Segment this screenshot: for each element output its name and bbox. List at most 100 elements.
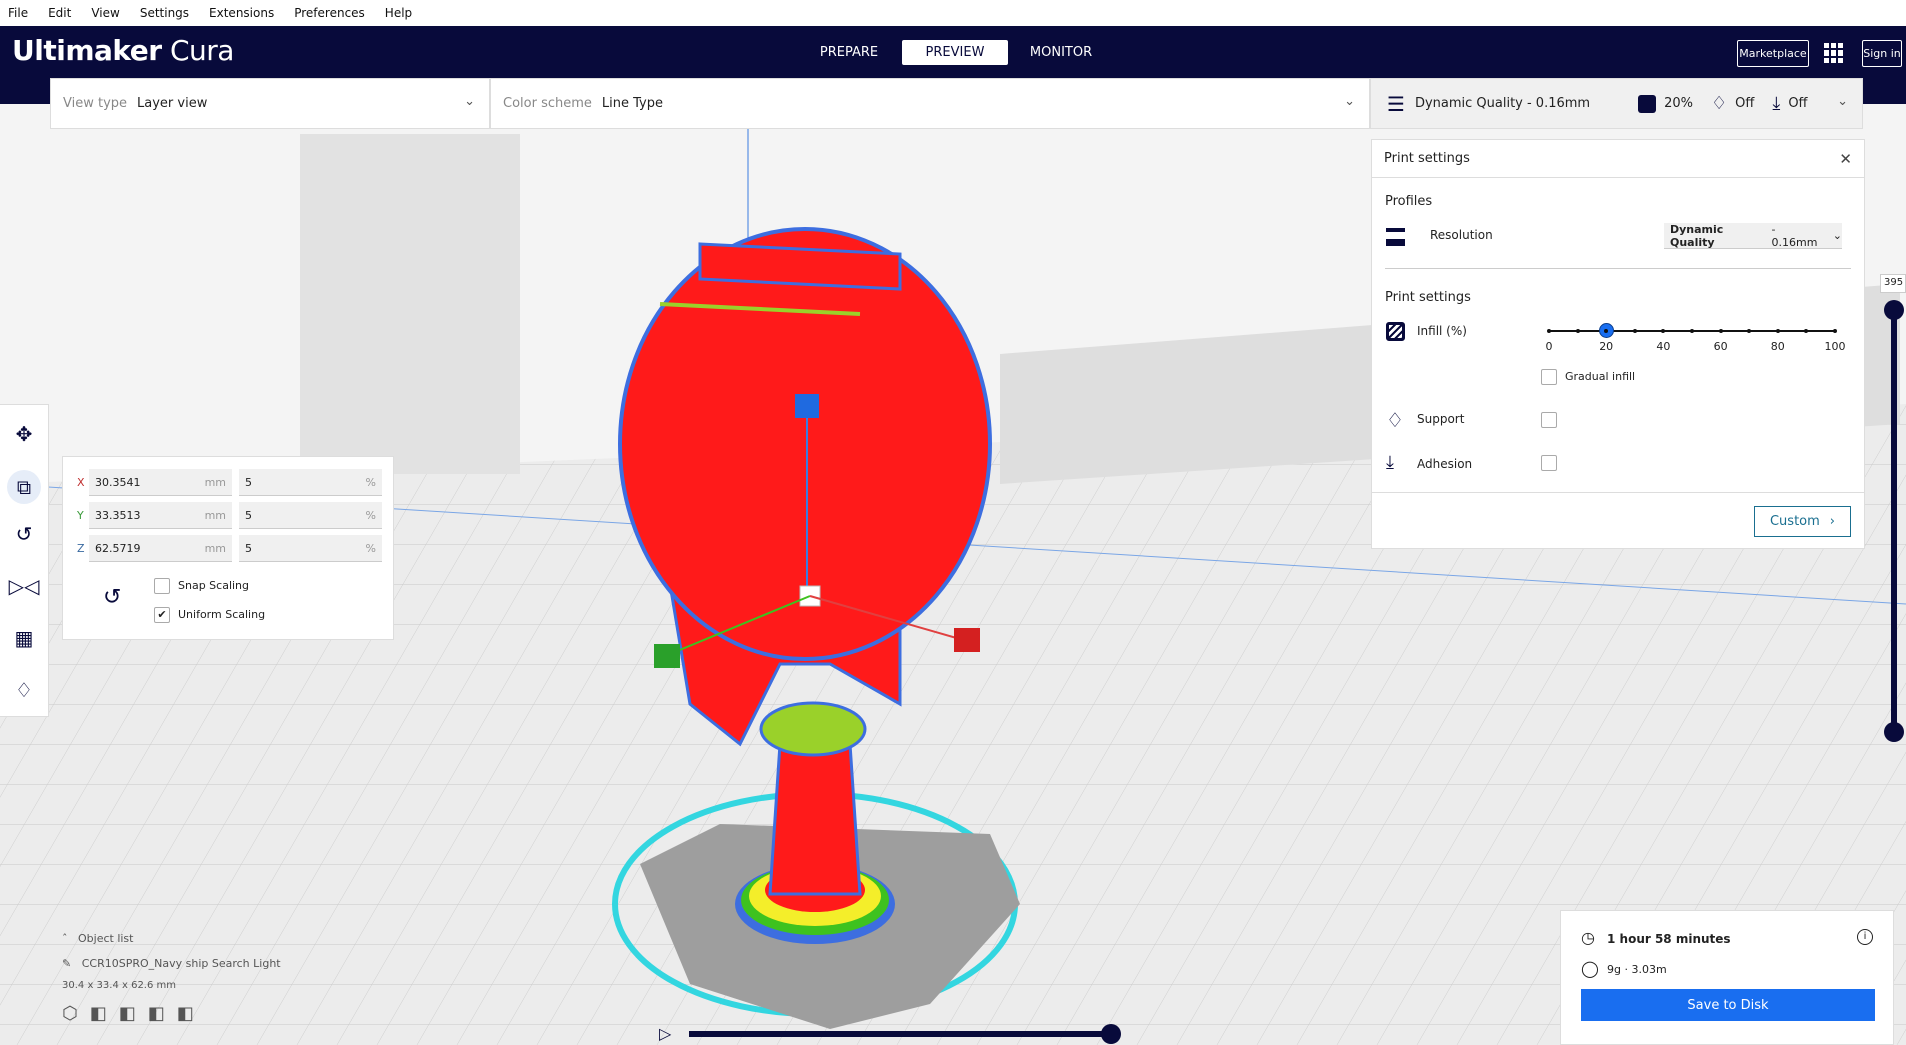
layer-slider-bottom-handle[interactable]	[1884, 722, 1904, 742]
marketplace-button[interactable]: Marketplace	[1737, 40, 1809, 67]
object-list-toggle[interactable]: ˆ Object list	[62, 932, 281, 945]
infill-slider-tick	[1575, 329, 1580, 333]
reset-scale-icon[interactable]: ↺	[103, 585, 121, 610]
logo: Ultimaker Cura	[12, 34, 234, 67]
chevron-right-icon: ›	[1829, 514, 1835, 529]
support-label: Support	[1417, 412, 1465, 426]
support-checkbox[interactable]	[1541, 412, 1557, 428]
resolution-label: Resolution	[1430, 228, 1493, 242]
custom-button[interactable]: Custom ›	[1754, 506, 1851, 537]
color-scheme-label: Color scheme	[503, 96, 592, 111]
gradual-infill-checkbox[interactable]	[1541, 369, 1557, 385]
infill-label: Infill (%)	[1417, 324, 1467, 338]
menu-help[interactable]: Help	[385, 6, 412, 20]
move-tool-icon[interactable]: ✥	[9, 419, 39, 449]
view-right-icon[interactable]: ◧	[177, 1003, 194, 1024]
infill-tick-label: 100	[1824, 340, 1846, 353]
view-left-icon[interactable]: ◧	[148, 1003, 165, 1024]
play-simulation-icon[interactable]: ▷	[659, 1024, 671, 1043]
divider	[1372, 492, 1864, 493]
z-axis-label: Z	[77, 542, 85, 555]
view-3d-icon[interactable]: ⬡	[62, 1003, 78, 1024]
layer-slider-top-handle[interactable]	[1884, 300, 1904, 320]
color-scheme-dropdown[interactable]: Color scheme Line Type ⌄	[490, 78, 1370, 129]
print-estimate-panel: ◷ 1 hour 58 minutes i ◯ 9g · 3.03m Save …	[1560, 910, 1894, 1045]
menu-view[interactable]: View	[91, 6, 119, 20]
material-icon: ◯	[1581, 959, 1599, 978]
view-top-icon[interactable]: ◧	[119, 1003, 136, 1024]
per-model-settings-icon[interactable]: ▦	[9, 623, 39, 653]
infill-icon	[1638, 94, 1657, 113]
view-type-dropdown[interactable]: View type Layer view ⌄	[50, 78, 490, 129]
infill-slider-tick	[1775, 329, 1780, 333]
layer-slider[interactable]	[1891, 309, 1897, 732]
chevron-down-icon: ⌄	[1832, 229, 1842, 242]
chevron-down-icon: ⌄	[1344, 94, 1355, 109]
adhesion-icon: ⤓	[1772, 93, 1781, 114]
tab-monitor[interactable]: MONITOR	[1008, 40, 1114, 65]
view-type-label: View type	[63, 96, 128, 111]
z-mm-input[interactable]: 62.5719 mm	[89, 535, 232, 562]
scale-tool-icon[interactable]: ⧉	[7, 470, 41, 504]
tab-preview[interactable]: PREVIEW	[902, 40, 1008, 65]
layer-number-input[interactable]: 395	[1880, 274, 1906, 293]
support-icon: ♢	[1386, 408, 1404, 432]
menu-extensions[interactable]: Extensions	[209, 6, 274, 20]
layer-path-handle[interactable]	[1101, 1024, 1121, 1044]
menu-settings[interactable]: Settings	[140, 6, 189, 20]
infill-tick-label: 40	[1656, 340, 1671, 353]
tab-prepare[interactable]: PREPARE	[796, 40, 902, 65]
snap-scaling-label: Snap Scaling	[178, 579, 250, 592]
close-icon[interactable]: ✕	[1839, 150, 1852, 168]
object-list-item[interactable]: ✎ CCR10SPRO_Navy ship Search Light	[62, 957, 281, 970]
rotate-tool-icon[interactable]: ↺	[9, 519, 39, 549]
scale-panel: X 30.3541 mm 5% Y 33.3513 mm 5% Z 62.5719 m…	[62, 456, 394, 640]
menu-file[interactable]: File	[8, 6, 28, 20]
infill-slider-tick	[1747, 329, 1752, 333]
x-axis-label: X	[77, 476, 85, 489]
resolution-dropdown[interactable]: Dynamic Quality - 0.16mm ⌄	[1664, 223, 1842, 249]
infill-slider-tick	[1547, 329, 1551, 333]
panel-title: Print settings	[1384, 151, 1470, 166]
sign-in-button[interactable]: Sign in	[1862, 40, 1902, 67]
info-icon[interactable]: i	[1857, 929, 1873, 945]
infill-summary: 20%	[1664, 96, 1693, 111]
infill-slider-tick	[1718, 329, 1723, 333]
infill-slider-tick	[1690, 329, 1694, 333]
color-scheme-value: Line Type	[601, 96, 663, 111]
menu-preferences[interactable]: Preferences	[294, 6, 365, 20]
infill-slider-tick	[1632, 329, 1637, 333]
print-setup-selector[interactable]: ☰ Dynamic Quality - 0.16mm 20% ♢ Off ⤓ O…	[1370, 78, 1863, 129]
infill-icon	[1386, 322, 1405, 341]
gradual-infill-label: Gradual infill	[1565, 370, 1636, 383]
uniform-scaling-checkbox[interactable]: ✔	[154, 607, 170, 623]
save-to-disk-button[interactable]: Save to Disk	[1581, 989, 1875, 1021]
y-axis-label: Y	[77, 509, 84, 522]
y-percent-input[interactable]: 5%	[239, 502, 382, 529]
menu-edit[interactable]: Edit	[48, 6, 71, 20]
view-type-value: Layer view	[137, 96, 208, 111]
view-front-icon[interactable]: ◧	[90, 1003, 107, 1024]
adhesion-label: Adhesion	[1417, 457, 1473, 471]
adhesion-summary: Off	[1788, 96, 1808, 111]
divider	[1385, 268, 1851, 269]
apps-grid-icon[interactable]	[1824, 43, 1844, 63]
print-settings-heading: Print settings	[1385, 290, 1471, 305]
left-toolbar: ✥ ⧉ ↺ ▷◁ ▦ ♢	[0, 404, 49, 717]
x-percent-input[interactable]: 5%	[239, 469, 382, 496]
material-estimate: 9g · 3.03m	[1607, 963, 1667, 976]
adhesion-checkbox[interactable]	[1541, 455, 1557, 471]
layer-path-slider[interactable]	[689, 1031, 1111, 1037]
chevron-up-icon: ˆ	[62, 932, 68, 945]
z-percent-input[interactable]: 5%	[239, 535, 382, 562]
infill-slider-tick	[1804, 329, 1809, 333]
infill-slider-tick	[1833, 329, 1837, 333]
y-mm-input[interactable]: 33.3513 mm	[89, 502, 232, 529]
profiles-heading: Profiles	[1385, 194, 1433, 209]
object-list: ˆ Object list ✎ CCR10SPRO_Navy ship Sear…	[62, 932, 281, 1024]
support-blocker-icon[interactable]: ♢	[9, 675, 39, 705]
mirror-tool-icon[interactable]: ▷◁	[9, 571, 40, 601]
snap-scaling-checkbox[interactable]	[154, 578, 170, 594]
adhesion-icon: ⤓	[1386, 452, 1394, 473]
x-mm-input[interactable]: 30.3541 mm	[89, 469, 232, 496]
